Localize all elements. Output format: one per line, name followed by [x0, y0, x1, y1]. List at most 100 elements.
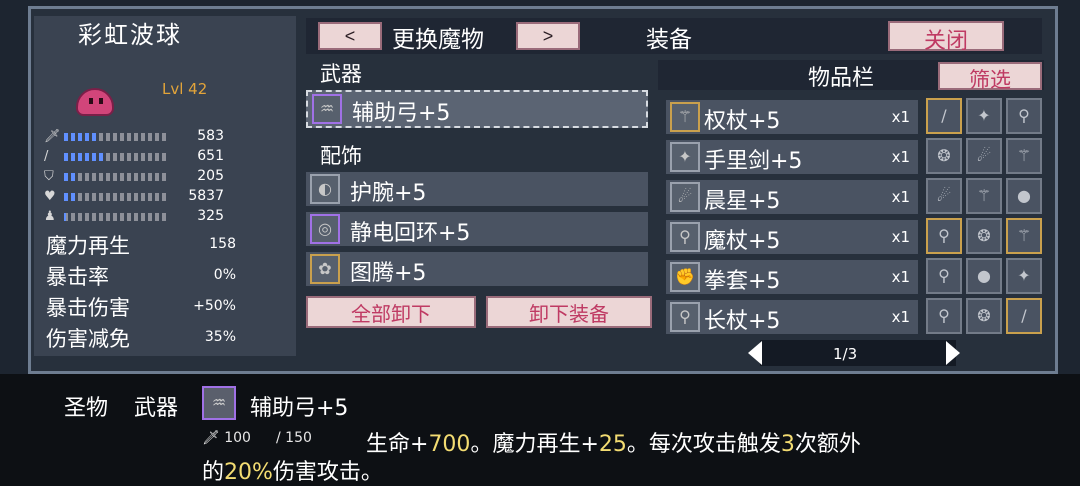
inventory-grid-cell[interactable]: ☄ [966, 138, 1002, 174]
inventory-grid-cell[interactable]: ⚚ [1006, 218, 1042, 254]
filter-button[interactable]: 筛选 [938, 62, 1042, 92]
inventory-grid-cell[interactable]: ✦ [966, 98, 1002, 134]
inventory-grid-cell[interactable]: ❂ [926, 138, 962, 174]
extra-stat-value: 158 [209, 236, 236, 252]
weapon-slot-label: 辅助弓+5 [352, 101, 451, 126]
stat-row: ♥ 5837 [44, 188, 224, 206]
extra-stat-row: 暴击率 0% [46, 261, 236, 289]
change-monster-label: 更换魔物 [392, 27, 484, 53]
description-segment: 次额外 [794, 432, 861, 457]
description-segment: 。魔力再生+ [470, 432, 599, 457]
extra-stat-label: 暴击率 [46, 265, 109, 289]
prev-page-icon[interactable] [748, 341, 762, 365]
inventory-grid-cell[interactable]: / [926, 98, 962, 134]
stat-bar [64, 213, 166, 221]
tooltip-item-name: 辅助弓+5 [250, 396, 349, 421]
inventory-item[interactable]: ⚚ 权杖+5 x1 [666, 100, 918, 134]
stat-value: 205 [197, 168, 224, 184]
inventory-item-label: 魔杖+5 [704, 229, 781, 254]
stat-value: 5837 [188, 188, 224, 204]
wand-icon: / [44, 149, 49, 164]
inventory-item-qty: x1 [891, 148, 910, 166]
inventory-item[interactable]: ⚲ 长杖+5 x1 [666, 300, 918, 334]
weapon-slot[interactable]: ♒ 辅助弓+5 [306, 90, 648, 128]
tooltip-description-line-1: 生命+700。魔力再生+25。每次攻击触发3次额外 [366, 426, 861, 458]
inventory-grid-cell[interactable]: ● [1006, 178, 1042, 214]
inventory-grid-cell[interactable]: ⚚ [966, 178, 1002, 214]
bracer-icon: ◐ [310, 174, 340, 204]
extra-stat-label: 暴击伤害 [46, 296, 130, 320]
gauntlet-icon: ✊ [670, 262, 700, 292]
extra-stat-row: 魔力再生 158 [46, 230, 236, 258]
inventory-grid-cell[interactable]: ⚚ [1006, 138, 1042, 174]
inventory-item[interactable]: ✦ 手里剑+5 x1 [666, 140, 918, 174]
inventory-grid-cell[interactable]: ☄ [926, 178, 962, 214]
wand-icon: ⚲ [670, 222, 700, 252]
description-segment: 的 [202, 460, 225, 485]
stat-bar [64, 133, 166, 141]
attack-value: 100 [224, 430, 251, 446]
unequip-button[interactable]: 卸下装备 [486, 296, 652, 328]
stat-bar-fill [64, 153, 103, 161]
magic-stat: / 150 [276, 430, 312, 446]
inventory-grid-cell[interactable]: ❂ [966, 298, 1002, 334]
stat-row: ⛉ 205 [44, 168, 224, 186]
inventory-grid-cell[interactable]: ⚲ [926, 218, 962, 254]
heart-icon: ♥ [44, 189, 56, 204]
description-segment: 3 [780, 432, 795, 457]
extra-stat-label: 魔力再生 [46, 234, 130, 258]
bow-icon: ♒ [202, 386, 236, 420]
accessory-slot-label: 静电回环+5 [350, 221, 471, 246]
inventory-grid-cell[interactable]: / [1006, 298, 1042, 334]
inventory-item[interactable]: ☄ 晨星+5 x1 [666, 180, 918, 214]
next-page-icon[interactable] [946, 341, 960, 365]
weapon-section-title: 武器 [320, 62, 362, 86]
stat-bar-fill [64, 213, 67, 221]
inventory-grid-cell[interactable]: ● [966, 258, 1002, 294]
inventory-item-qty: x1 [891, 268, 910, 286]
page-indicator: 1/3 [833, 345, 858, 363]
prev-monster-button[interactable]: < [318, 22, 382, 50]
extra-stat-row: 暴击伤害 +50% [46, 292, 236, 320]
inventory-item-qty: x1 [891, 228, 910, 246]
stat-value: 651 [197, 148, 224, 164]
inventory-item[interactable]: ⚲ 魔杖+5 x1 [666, 220, 918, 254]
extra-stat-value: 0% [213, 267, 236, 283]
wand-icon: / [276, 430, 281, 446]
shuriken-icon: ✦ [670, 142, 700, 172]
stat-value: 583 [197, 128, 224, 144]
inventory-item-qty: x1 [891, 108, 910, 126]
shield-icon: ⛉ [44, 169, 54, 184]
stat-row: ♟ 325 [44, 208, 224, 226]
accessory-slot-label: 护腕+5 [350, 181, 427, 206]
inventory-grid-cell[interactable]: ⚲ [926, 258, 962, 294]
totem-icon: ✿ [310, 254, 340, 284]
window-title: 装备 [646, 27, 692, 53]
inventory-grid-cell[interactable]: ⚲ [1006, 98, 1042, 134]
inventory-item-label: 权杖+5 [704, 109, 781, 134]
stat-bar [64, 153, 166, 161]
pager [760, 340, 956, 366]
inventory-item[interactable]: ✊ 拳套+5 x1 [666, 260, 918, 294]
ring-icon: ◎ [310, 214, 340, 244]
speed-icon: ♟ [44, 209, 56, 224]
hero-name: 彩虹波球 [78, 21, 182, 49]
stat-bar-fill [64, 133, 97, 141]
inventory-item-label: 晨星+5 [704, 189, 781, 214]
inventory-grid-cell[interactable]: ❂ [966, 218, 1002, 254]
inventory-grid-cell[interactable]: ⚲ [926, 298, 962, 334]
accessory-slot-3[interactable]: ✿ 图腾+5 [306, 252, 648, 286]
stat-row: 🗡 583 [44, 128, 224, 146]
unequip-all-button[interactable]: 全部卸下 [306, 296, 476, 328]
accessory-slot-2[interactable]: ◎ 静电回环+5 [306, 212, 648, 246]
inventory-grid-cell[interactable]: ✦ [1006, 258, 1042, 294]
close-button[interactable]: 关闭 [888, 21, 1004, 53]
accessory-slot-1[interactable]: ◐ 护腕+5 [306, 172, 648, 206]
extra-stat-row: 伤害减免 35% [46, 323, 236, 351]
stat-value: 325 [197, 208, 224, 224]
staff-icon: ⚲ [670, 302, 700, 332]
next-monster-button[interactable]: > [516, 22, 580, 50]
description-segment: 700 [428, 432, 471, 457]
extra-stat-label: 伤害减免 [46, 327, 130, 351]
description-segment: 伤害攻击。 [272, 460, 383, 485]
